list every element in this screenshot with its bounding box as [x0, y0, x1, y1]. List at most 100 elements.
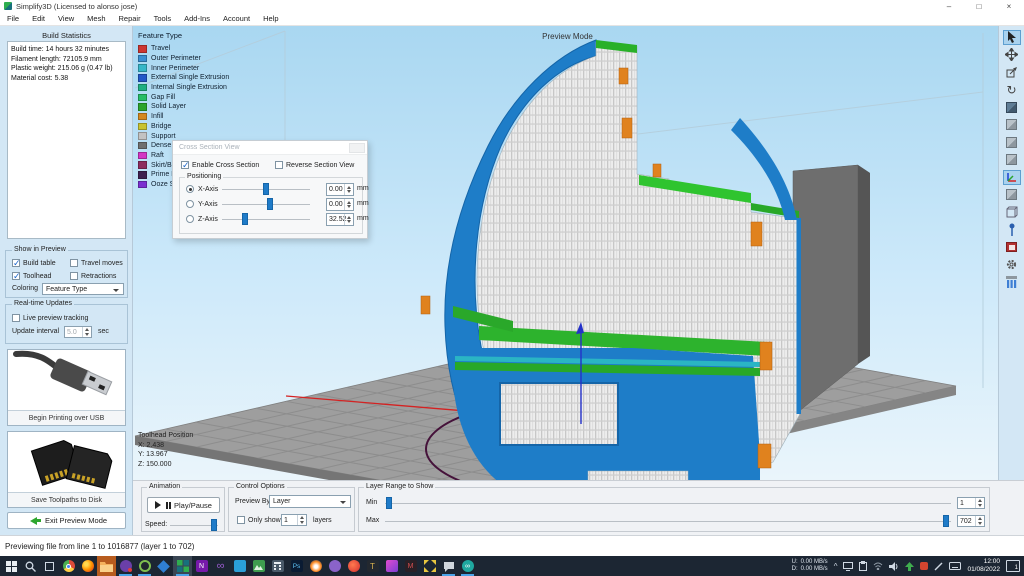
cross-section-dialog-titlebar[interactable]: Cross Section View — [173, 141, 367, 155]
x-axis-slider[interactable] — [222, 183, 310, 195]
model-cube-icon[interactable] — [1003, 188, 1021, 203]
taskbar-m-app-icon[interactable]: M — [401, 556, 420, 576]
menu-view[interactable]: View — [58, 14, 74, 23]
menu-repair[interactable]: Repair — [119, 14, 141, 23]
wireframe-tool[interactable] — [1003, 205, 1021, 220]
taskbar-blender-icon[interactable] — [306, 556, 325, 576]
menu-file[interactable]: File — [7, 14, 19, 23]
taskbar-red-app-icon[interactable] — [344, 556, 363, 576]
menu-account[interactable]: Account — [223, 14, 250, 23]
z-axis-slider[interactable] — [222, 213, 310, 225]
taskbar-chat-app-icon[interactable] — [439, 556, 458, 576]
preview-by-dropdown[interactable]: Layer — [269, 495, 351, 508]
view-default-icon[interactable] — [1003, 100, 1021, 115]
cross-section-tool[interactable] — [1003, 240, 1021, 255]
taskbar-firefox-icon[interactable] — [78, 556, 97, 576]
tray-security-icon[interactable] — [920, 562, 929, 570]
min-layer-slider-thumb[interactable] — [386, 497, 392, 509]
preview-3d-viewport[interactable] — [133, 26, 998, 480]
minimize-button[interactable]: – — [934, 0, 964, 12]
menu-edit[interactable]: Edit — [32, 14, 45, 23]
taskbar-media-app-icon[interactable] — [116, 556, 135, 576]
tray-green-arrow-icon[interactable] — [905, 561, 915, 571]
rotate-tool[interactable]: ↻ — [1003, 83, 1021, 98]
task-view-icon[interactable] — [40, 556, 59, 576]
view-side-icon[interactable] — [1003, 153, 1021, 168]
build-table-checkbox[interactable] — [12, 258, 21, 269]
taskbar-visual-studio-icon[interactable]: ∞ — [211, 556, 230, 576]
y-axis-slider[interactable] — [222, 198, 310, 210]
update-interval-spinner[interactable]: 5.0 — [64, 326, 92, 338]
taskbar-pink-app-icon[interactable] — [382, 556, 401, 576]
menu-addins[interactable]: Add-Ins — [184, 14, 210, 23]
scale-tool[interactable] — [1003, 65, 1021, 80]
title-bar[interactable]: Simplify3D (Licensed to alonso jose) – □… — [0, 0, 1024, 12]
settings-gear-tool[interactable] — [1003, 258, 1021, 273]
enable-cross-section-checkbox[interactable] — [181, 160, 190, 171]
taskbar-simplify3d-icon[interactable] — [173, 556, 192, 576]
max-layer-spinner[interactable]: 702 — [957, 515, 985, 527]
z-axis-radio[interactable] — [186, 215, 194, 223]
reverse-section-view-checkbox[interactable] — [275, 161, 283, 169]
menu-help[interactable]: Help — [263, 14, 278, 23]
y-axis-value-spinner[interactable]: 0.00 — [326, 198, 354, 211]
travel-moves-checkbox[interactable] — [70, 259, 78, 267]
clock[interactable]: 12:00 01/08/2022 — [967, 558, 1000, 574]
save-toolpaths-button[interactable]: Save Toolpaths to Disk — [7, 431, 126, 508]
x-axis-radio[interactable] — [186, 185, 194, 193]
taskbar-github-icon[interactable] — [325, 556, 344, 576]
z-axis-slider-thumb[interactable] — [242, 213, 248, 225]
maximize-button[interactable]: □ — [964, 0, 994, 12]
max-layer-slider[interactable] — [385, 515, 951, 527]
only-show-spinner[interactable]: 1 — [281, 514, 307, 526]
taskbar-yellow-arrows-icon[interactable] — [420, 556, 439, 576]
taskbar-photoshop-icon[interactable]: Ps — [287, 556, 306, 576]
max-layer-slider-thumb[interactable] — [943, 515, 949, 527]
measure-pin-tool[interactable] — [1003, 223, 1021, 238]
tray-volume-icon[interactable] — [889, 561, 899, 571]
local-axes-tool[interactable] — [1002, 170, 1021, 185]
tray-expand-caret[interactable]: ^ — [834, 562, 838, 571]
only-show-checkbox[interactable] — [237, 516, 245, 524]
min-layer-spinner[interactable]: 1 — [957, 497, 985, 509]
view-top-icon[interactable] — [1003, 118, 1021, 133]
speed-slider[interactable] — [170, 519, 218, 531]
speed-slider-thumb[interactable] — [211, 519, 217, 531]
z-axis-value-spinner[interactable]: 32.52 — [326, 213, 354, 226]
begin-printing-usb-button[interactable]: Begin Printing over USB — [7, 349, 126, 426]
y-axis-slider-thumb[interactable] — [267, 198, 273, 210]
network-speed-monitor[interactable]: U: D: 0.00 MB/s 0.00 MB/s — [792, 559, 828, 573]
tray-monitor-icon[interactable] — [843, 561, 854, 571]
search-icon[interactable] — [21, 556, 40, 576]
taskbar-diamond-app-icon[interactable] — [154, 556, 173, 576]
taskbar-onenote-icon[interactable]: N — [192, 556, 211, 576]
x-axis-slider-thumb[interactable] — [263, 183, 269, 195]
taskbar-calculator-icon[interactable] — [268, 556, 287, 576]
move-tool[interactable] — [1003, 48, 1021, 63]
view-front-icon[interactable] — [1003, 135, 1021, 150]
taskbar-camera-app-icon[interactable] — [135, 556, 154, 576]
x-axis-value-spinner[interactable]: 0.00 — [326, 183, 354, 196]
retractions-checkbox[interactable] — [70, 272, 78, 280]
taskbar-photos-icon[interactable] — [249, 556, 268, 576]
select-cursor-tool[interactable] — [1002, 30, 1021, 45]
notification-center-icon[interactable]: 1 — [1006, 560, 1020, 572]
taskbar-arduino-icon[interactable]: ∞ — [458, 556, 477, 576]
start-button[interactable] — [2, 556, 21, 576]
menu-tools[interactable]: Tools — [154, 14, 172, 23]
taskbar-chrome-icon[interactable] — [59, 556, 78, 576]
exit-preview-mode-button[interactable]: Exit Preview Mode — [7, 512, 126, 529]
taskbar-vscode-icon[interactable] — [230, 556, 249, 576]
live-preview-checkbox[interactable] — [12, 314, 20, 322]
y-axis-radio[interactable] — [186, 200, 194, 208]
keyboard-icon[interactable] — [949, 562, 962, 570]
tray-clipboard-icon[interactable] — [859, 561, 868, 571]
tray-wifi-icon[interactable] — [873, 562, 883, 570]
taskbar-file-explorer-icon[interactable] — [97, 556, 116, 576]
cross-section-dialog[interactable]: Cross Section View Enable Cross Section … — [172, 140, 369, 239]
menu-mesh[interactable]: Mesh — [87, 14, 105, 23]
dialog-close-button[interactable] — [349, 143, 365, 153]
toolhead-checkbox[interactable] — [12, 271, 21, 282]
preview-canvas[interactable] — [133, 26, 998, 480]
taskbar-game-app-icon[interactable]: T — [363, 556, 382, 576]
